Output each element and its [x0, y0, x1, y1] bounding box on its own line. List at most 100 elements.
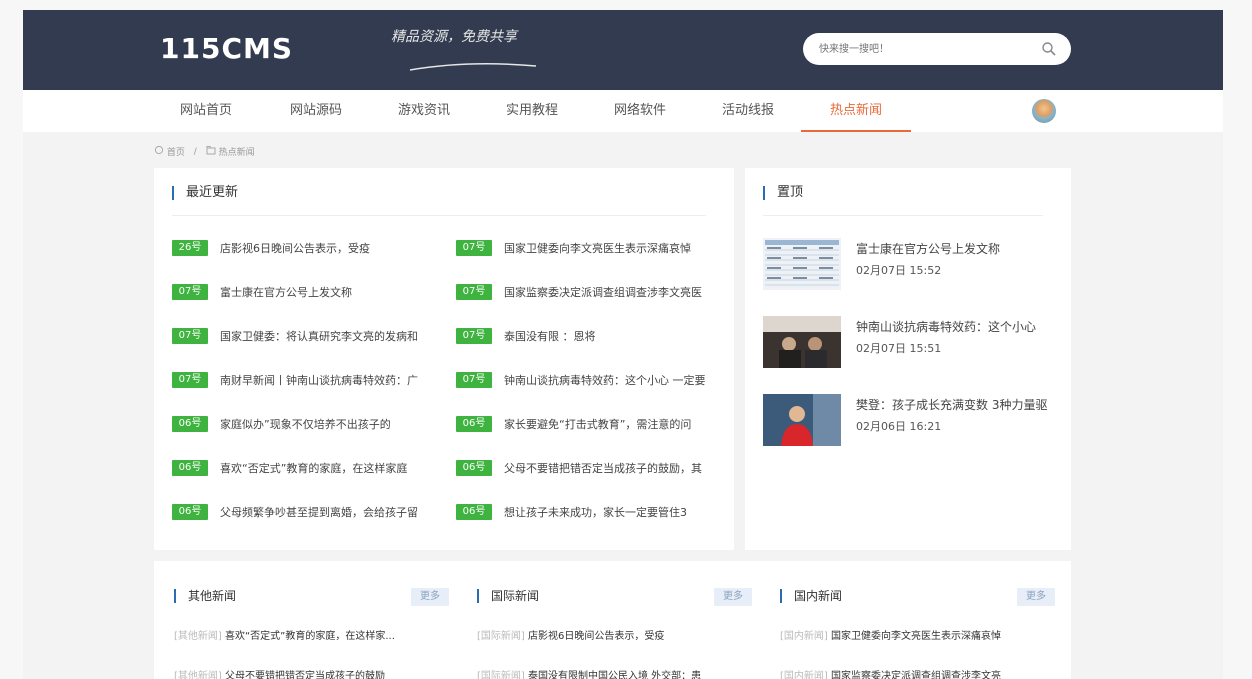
nav-item-hot-news[interactable]: 热点新闻 [801, 90, 911, 132]
news-title[interactable]: 国家卫健委向李文亮医生表示深痛哀悼 [504, 240, 691, 256]
main-nav: 网站首页 网站源码 游戏资讯 实用教程 网络软件 活动线报 热点新闻 [23, 90, 1223, 132]
category-title: 国际新闻 [477, 589, 539, 603]
breadcrumb-home[interactable]: 首页 [167, 145, 185, 158]
more-button[interactable]: 更多 [1017, 588, 1055, 606]
category-label: [其他新闻] [174, 631, 222, 642]
news-title[interactable]: 父母不要错把错否定当成孩子的鼓励，其 [504, 460, 702, 476]
news-title[interactable]: 泰国没有限 ：恩将 [504, 328, 596, 344]
panel-title-latest: 最近更新 [172, 186, 238, 200]
date-tag: 07号 [456, 372, 492, 388]
category-row[interactable]: [国际新闻] 店影视6日晚间公告表示，受疫 [477, 627, 752, 642]
news-item[interactable]: 06号 父母不要错把错否定当成孩子的鼓励，其 [456, 458, 718, 478]
nav-item-software[interactable]: 网络软件 [605, 90, 675, 132]
news-title[interactable]: 店影视6日晚间公告表示，受疫 [220, 240, 370, 256]
pinned-panel: 置顶 富士康在官方公号上发文称 02月07日 15:52 钟南山谈抗病毒特效药：… [745, 168, 1071, 550]
news-item[interactable]: 07号 钟南山谈抗病毒特效药：这个小心 一定要 [456, 370, 718, 390]
news-title[interactable]: 父母频繁争吵甚至提到离婚，会给孩子留 [220, 504, 418, 520]
pinned-item[interactable]: 富士康在官方公号上发文称 02月07日 15:52 [763, 238, 1063, 292]
thumbnail-table-image[interactable] [763, 238, 841, 290]
search-box[interactable] [803, 33, 1071, 65]
slogan-underline [409, 63, 537, 71]
category-label: [国内新闻] [780, 631, 828, 642]
news-title[interactable]: 南财早新闻丨钟南山谈抗病毒特效药：广 [220, 372, 418, 388]
news-item[interactable]: 07号 南财早新闻丨钟南山谈抗病毒特效药：广 [172, 370, 428, 390]
latest-updates-panel: 最近更新 26号 店影视6日晚间公告表示，受疫 07号 富士康在官方公号上发文称… [154, 168, 734, 550]
category-row[interactable]: [其他新闻] 父母不要错把错否定当成孩子的鼓励 [174, 667, 449, 679]
news-title[interactable]: 国家监察委决定派调查组调查涉李文亮医 [504, 284, 702, 300]
date-tag: 06号 [172, 416, 208, 432]
news-item[interactable]: 07号 国家卫健委：将认真研究李文亮的发病和 [172, 326, 428, 346]
news-title[interactable]: 钟南山谈抗病毒特效药：这个小心 一定要 [504, 372, 706, 388]
breadcrumb-current: 热点新闻 [218, 148, 255, 158]
category-row[interactable]: [其他新闻] 喜欢“否定式”教育的家庭，在这样家... [174, 627, 449, 642]
date-tag: 07号 [172, 372, 208, 388]
category-row-title[interactable]: 泰国没有限制中国公民入境 外交部：患 [528, 671, 701, 679]
page-background: 115CMS 精品资源，免费共享 网站首页 网站源码 游戏资讯 实用教程 网络软… [0, 0, 1252, 679]
category-title: 国内新闻 [780, 589, 842, 603]
date-tag: 06号 [456, 504, 492, 520]
panel-title-pinned: 置顶 [763, 186, 803, 200]
news-item[interactable]: 06号 想让孩子未来成功，家长一定要管住3 [456, 502, 718, 522]
pinned-time: 02月07日 15:52 [856, 264, 942, 277]
date-tag: 07号 [172, 284, 208, 300]
user-avatar[interactable] [1032, 99, 1056, 123]
pinned-title[interactable]: 钟南山谈抗病毒特效药：这个小心 [856, 318, 1036, 335]
news-item[interactable]: 06号 喜欢“否定式”教育的家庭，在这样家庭 [172, 458, 428, 478]
category-label: [国际新闻] [477, 671, 525, 679]
news-title[interactable]: 喜欢“否定式”教育的家庭，在这样家庭 [220, 460, 407, 476]
date-tag: 06号 [172, 460, 208, 476]
site-header: 115CMS 精品资源，免费共享 [23, 10, 1223, 90]
news-item[interactable]: 06号 父母频繁争吵甚至提到离婚，会给孩子留 [172, 502, 428, 522]
nav-item-activities[interactable]: 活动线报 [713, 90, 783, 132]
thumbnail-speaker-image[interactable] [763, 394, 841, 446]
date-tag: 06号 [172, 504, 208, 520]
nav-item-home[interactable]: 网站首页 [171, 90, 241, 132]
date-tag: 07号 [456, 284, 492, 300]
pinned-item[interactable]: 樊登：孩子成长充满变数 3种力量驱 02月06日 16:21 [763, 394, 1063, 448]
news-item[interactable]: 07号 泰国没有限 ：恩将 [456, 326, 718, 346]
nav-item-source[interactable]: 网站源码 [281, 90, 351, 132]
news-title[interactable]: 家长要避免“打击式教育”，需注意的问 [504, 416, 691, 432]
news-item[interactable]: 06号 家庭似办”现象不仅培养不出孩子的 [172, 414, 428, 434]
more-button[interactable]: 更多 [411, 588, 449, 606]
news-item[interactable]: 07号 国家卫健委向李文亮医生表示深痛哀悼 [456, 238, 718, 258]
category-row-title[interactable]: 父母不要错把错否定当成孩子的鼓励 [225, 671, 385, 679]
pinned-title[interactable]: 富士康在官方公号上发文称 [856, 240, 1000, 257]
category-news-panel: 其他新闻 更多 [其他新闻] 喜欢“否定式”教育的家庭，在这样家... [其他新… [154, 561, 1071, 679]
site-logo[interactable]: 115CMS [160, 32, 293, 65]
news-title[interactable]: 想让孩子未来成功，家长一定要管住3 [504, 504, 687, 520]
news-title[interactable]: 国家卫健委：将认真研究李文亮的发病和 [220, 328, 418, 344]
category-row[interactable]: [国际新闻] 泰国没有限制中国公民入境 外交部：患 [477, 667, 752, 679]
date-tag: 07号 [456, 240, 492, 256]
nav-item-tutorials[interactable]: 实用教程 [497, 90, 567, 132]
category-row[interactable]: [国内新闻] 国家卫健委向李文亮医生表示深痛哀悼 [780, 627, 1055, 642]
breadcrumb: 首页 / 热点新闻 [154, 145, 255, 158]
site-slogan: 精品资源，免费共享 [391, 29, 517, 45]
category-row-title[interactable]: 国家卫健委向李文亮医生表示深痛哀悼 [831, 631, 1001, 642]
news-title[interactable]: 家庭似办”现象不仅培养不出孩子的 [220, 416, 391, 432]
nav-item-games[interactable]: 游戏资讯 [389, 90, 459, 132]
category-row-title[interactable]: 国家监察委决定派调查组调查涉李文亮 [831, 671, 1001, 679]
folder-icon [206, 145, 216, 158]
more-button[interactable]: 更多 [714, 588, 752, 606]
search-input[interactable] [819, 39, 1019, 59]
date-tag: 07号 [172, 328, 208, 344]
divider [172, 215, 706, 216]
news-item[interactable]: 07号 国家监察委决定派调查组调查涉李文亮医 [456, 282, 718, 302]
news-item[interactable]: 07号 富士康在官方公号上发文称 [172, 282, 422, 302]
page: 115CMS 精品资源，免费共享 网站首页 网站源码 游戏资讯 实用教程 网络软… [23, 10, 1223, 679]
news-item[interactable]: 06号 家长要避免“打击式教育”，需注意的问 [456, 414, 718, 434]
thumbnail-press-image[interactable] [763, 316, 841, 368]
category-row-title[interactable]: 店影视6日晚间公告表示，受疫 [528, 631, 664, 642]
date-tag: 07号 [456, 328, 492, 344]
divider [763, 215, 1043, 216]
pinned-time: 02月07日 15:51 [856, 342, 942, 355]
pinned-title[interactable]: 樊登：孩子成长充满变数 3种力量驱 [856, 396, 1047, 413]
date-tag: 06号 [456, 416, 492, 432]
news-item[interactable]: 26号 店影视6日晚间公告表示，受疫 [172, 238, 422, 258]
category-row[interactable]: [国内新闻] 国家监察委决定派调查组调查涉李文亮 [780, 667, 1055, 679]
search-icon[interactable] [1041, 41, 1057, 57]
pinned-item[interactable]: 钟南山谈抗病毒特效药：这个小心 02月07日 15:51 [763, 316, 1063, 370]
category-row-title[interactable]: 喜欢“否定式”教育的家庭，在这样家... [225, 631, 395, 642]
news-title[interactable]: 富士康在官方公号上发文称 [220, 284, 352, 300]
